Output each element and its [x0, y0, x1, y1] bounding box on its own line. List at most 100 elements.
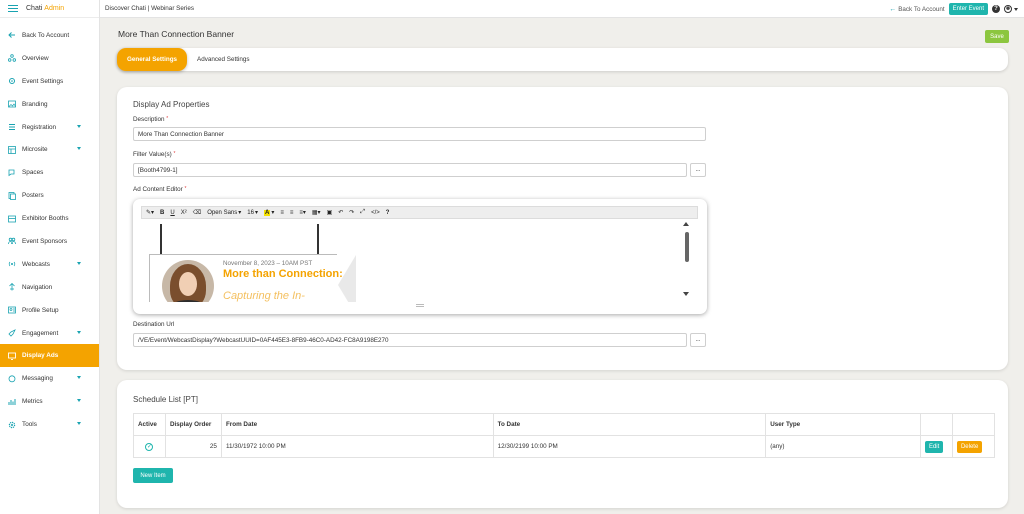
chevron-down-icon	[77, 330, 81, 334]
undo-icon[interactable]: ↶	[338, 209, 343, 216]
chevron-down-icon	[1014, 7, 1018, 11]
column-header: Display Order	[164, 413, 222, 436]
column-header: To Date	[492, 413, 767, 436]
underline-button[interactable]: U	[170, 210, 174, 216]
webinar-banner-image: November 8, 2023 – 10AM PST More than Co…	[149, 254, 356, 303]
grid-icon	[8, 145, 16, 154]
back-to-account-link[interactable]: ← Back To Account	[889, 6, 944, 13]
speaker-photo	[162, 260, 214, 302]
ad-content-editor-label: Ad Content Editor *	[133, 186, 187, 193]
description-field[interactable]: More Than Connection Banner	[133, 127, 706, 141]
hamburger-menu-icon[interactable]	[8, 5, 18, 12]
help-icon[interactable]: ?	[386, 210, 390, 216]
broadcast-icon	[8, 260, 16, 268]
bold-button[interactable]: B	[160, 210, 164, 216]
user-menu[interactable]: ☻	[1004, 5, 1018, 13]
table-header-row: Active Display Order From Date To Date U…	[133, 413, 996, 436]
redo-icon[interactable]: ↷	[349, 209, 354, 216]
navigation-icon	[8, 283, 16, 291]
banner-subtitle: Capturing the In-Person	[223, 290, 305, 303]
code-view-icon[interactable]: </>	[371, 210, 380, 216]
column-header	[951, 413, 996, 436]
banner-title: More than Connection:	[223, 268, 343, 280]
scroll-down-icon[interactable]	[683, 292, 689, 296]
column-header	[919, 413, 953, 436]
schedule-table: Active Display Order From Date To Date U…	[133, 413, 996, 458]
chevron-down-icon	[77, 124, 81, 128]
superscript-button[interactable]: X²	[181, 210, 187, 216]
font-family-select[interactable]: Open Sans ▾	[207, 209, 241, 217]
sidebar: Chati Admin Back To Account Overview Eve…	[0, 0, 100, 514]
filter-picker-button[interactable]: ...	[690, 163, 706, 177]
scrollbar-thumb[interactable]	[685, 232, 689, 262]
url-picker-button[interactable]: ...	[690, 333, 706, 347]
highlight-color-button[interactable]: A ▾	[263, 209, 274, 216]
chevron-down-icon	[77, 422, 81, 426]
sidebar-item-back-to-account[interactable]: Back To Account	[0, 24, 99, 47]
chart-icon	[8, 398, 16, 406]
fullscreen-icon[interactable]: ⤢	[360, 209, 365, 216]
scroll-up-icon[interactable]	[683, 222, 689, 226]
editor-toolbar: ✎▾ B U X² ⌫ Open Sans ▾ 16 ▾ A ▾ ≡ ≡ ≡▾ ▦▾ …	[141, 206, 698, 219]
filter-values-field[interactable]: [Booth4799-1]	[133, 163, 687, 177]
sidebar-item-posters[interactable]: Posters	[0, 184, 99, 207]
save-button[interactable]: Save	[985, 30, 1009, 43]
sidebar-item-branding[interactable]: Branding	[0, 93, 99, 116]
user-type-cell: (any)	[765, 435, 921, 458]
gear-icon	[8, 421, 16, 429]
image-icon[interactable]: ▣	[327, 209, 333, 216]
display-order-cell: 25	[164, 435, 222, 458]
sidebar-item-event-settings[interactable]: Event Settings	[0, 70, 99, 93]
sidebar-item-webcasts[interactable]: Webcasts	[0, 253, 99, 276]
arrow-left-icon	[8, 31, 16, 39]
sidebar-item-spaces[interactable]: Spaces	[0, 161, 99, 184]
sidebar-item-tools[interactable]: Tools	[0, 413, 99, 436]
poster-icon	[8, 191, 16, 200]
description-label: Description *	[133, 116, 169, 123]
ordered-list-icon[interactable]: ≡	[290, 210, 294, 216]
eraser-icon[interactable]: ⌫	[193, 209, 201, 216]
sidebar-item-profile-setup[interactable]: Profile Setup	[0, 299, 99, 322]
image-icon	[8, 100, 16, 108]
sidebar-item-event-sponsors[interactable]: Event Sponsors	[0, 230, 99, 253]
hanger-line	[160, 224, 162, 254]
from-date-cell: 11/30/1972 10:00 PM	[220, 435, 494, 458]
ad-content-editor[interactable]: ✎▾ B U X² ⌫ Open Sans ▾ 16 ▾ A ▾ ≡ ≡ ≡▾ ▦▾ …	[133, 199, 707, 314]
column-header: User Type	[765, 413, 921, 436]
org-chart-icon	[8, 54, 16, 63]
sidebar-item-engagement[interactable]: Engagement	[0, 322, 99, 345]
new-item-button[interactable]: New Item	[133, 468, 173, 483]
sidebar-item-exhibitor-booths[interactable]: Exhibitor Booths	[0, 207, 99, 230]
settings-icon	[8, 77, 16, 85]
unordered-list-icon[interactable]: ≡	[280, 210, 284, 216]
editor-canvas[interactable]: November 8, 2023 – 10AM PST More than Co…	[141, 220, 698, 302]
tab-advanced-settings[interactable]: Advanced Settings	[187, 48, 260, 71]
breadcrumb: Discover Chati | Webinar Series	[105, 5, 195, 12]
check-circle-icon: ✓	[145, 442, 154, 451]
help-icon[interactable]: ?	[992, 5, 1000, 13]
chevron-down-icon	[77, 399, 81, 403]
sidebar-item-navigation[interactable]: Navigation	[0, 276, 99, 299]
sidebar-item-metrics[interactable]: Metrics	[0, 390, 99, 413]
sidebar-item-display-ads[interactable]: Display Ads	[0, 344, 99, 368]
destination-url-field[interactable]: /VE/Event/WebcastDisplay?WebcastUUID=0AF…	[133, 333, 687, 347]
sidebar-item-overview[interactable]: Overview	[0, 47, 99, 70]
sidebar-item-microsite[interactable]: Microsite	[0, 138, 99, 161]
delete-button[interactable]: Delete	[956, 440, 983, 453]
page-title: More Than Connection Banner	[118, 29, 235, 39]
font-size-select[interactable]: 16 ▾	[247, 209, 258, 217]
users-icon	[8, 237, 16, 245]
table-icon[interactable]: ▦▾	[312, 209, 321, 216]
sidebar-item-registration[interactable]: Registration	[0, 116, 99, 139]
align-icon[interactable]: ≡▾	[299, 209, 306, 216]
section-title: Display Ad Properties	[133, 100, 210, 109]
sidebar-item-messaging[interactable]: Messaging	[0, 367, 99, 390]
magic-format-icon[interactable]: ✎▾	[146, 209, 154, 216]
active-cell: ✓	[133, 435, 166, 458]
edit-button[interactable]: Edit	[924, 440, 944, 453]
display-icon	[8, 352, 16, 360]
enter-event-button[interactable]: Enter Event	[948, 3, 988, 15]
resize-handle[interactable]	[416, 304, 424, 307]
profile-icon	[8, 306, 16, 314]
tab-general-settings[interactable]: General Settings	[117, 48, 188, 71]
